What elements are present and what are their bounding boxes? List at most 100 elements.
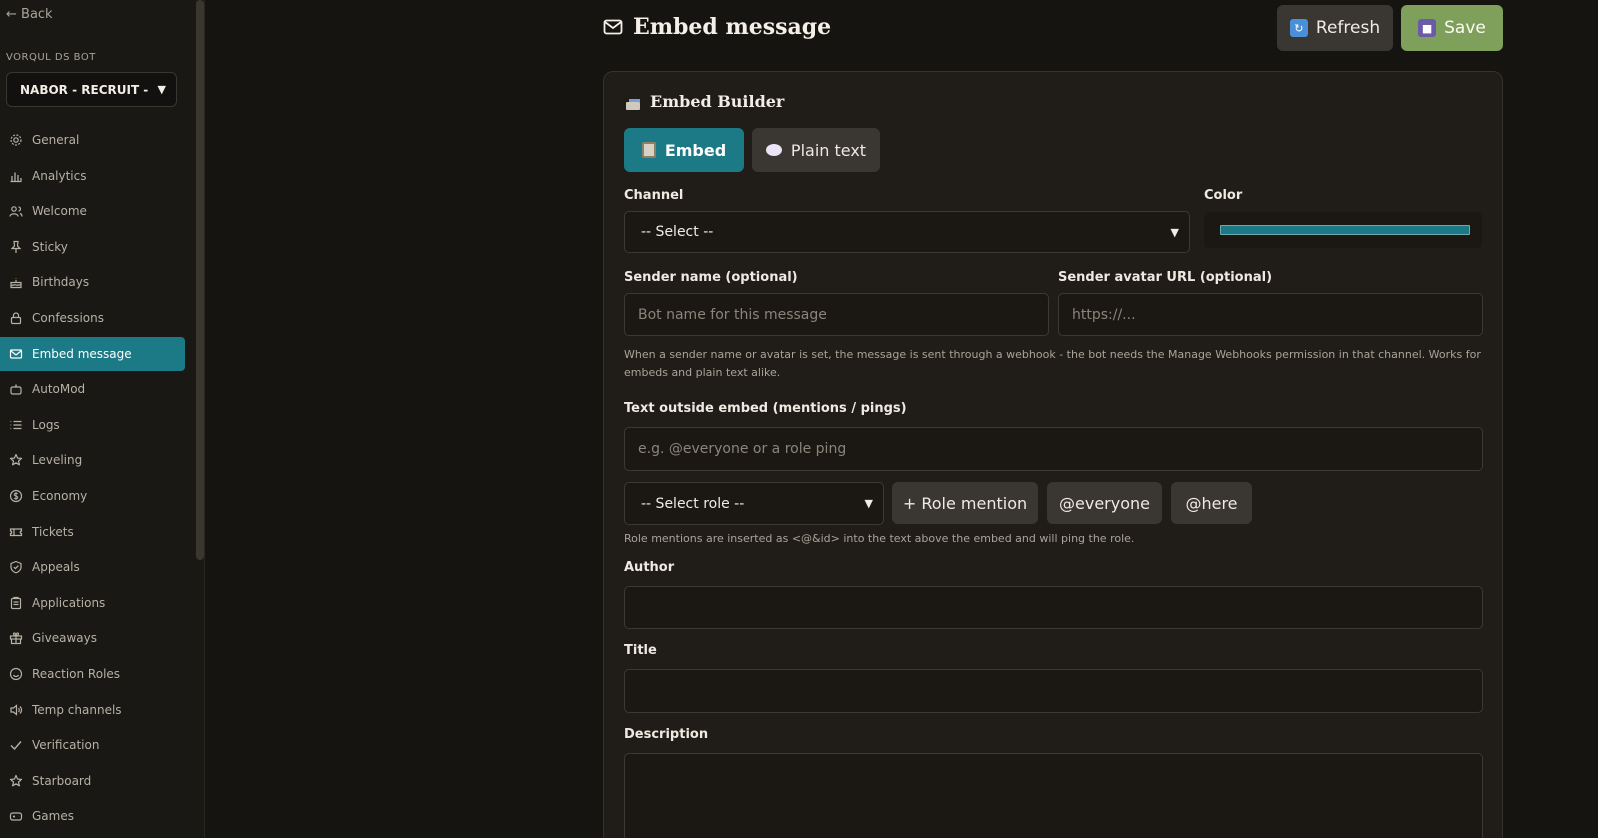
sidebar-item-reaction-roles[interactable]: Reaction Roles <box>0 657 185 691</box>
mode-embed-label: Embed <box>664 140 727 160</box>
mail-icon <box>603 17 623 37</box>
sidebar-item-applications[interactable]: Applications <box>0 586 185 620</box>
sidebar-item-label: Giveaways <box>32 631 97 646</box>
title-input[interactable] <box>624 669 1483 713</box>
sidebar-item-starboard[interactable]: Starboard <box>0 764 185 798</box>
role-select-value: -- Select role -- <box>641 495 745 512</box>
gift-icon <box>9 631 23 645</box>
embed-builder-card: Embed Builder Embed Plain text Channel -… <box>603 71 1503 838</box>
sidebar-item-label: Temp channels <box>32 702 122 717</box>
refresh-icon: ↻ <box>1289 19 1308 37</box>
clipboard-icon <box>9 596 23 610</box>
card-title-text: Embed Builder <box>650 92 785 111</box>
sender-avatar-label: Sender avatar URL (optional) <box>1058 270 1273 285</box>
sidebar-item-economy[interactable]: Economy <box>0 479 185 513</box>
sidebar-item-analytics[interactable]: Analytics <box>0 159 185 193</box>
sidebar-item-label: Sticky <box>32 239 68 254</box>
sidebar-item-label: Logs <box>32 417 60 432</box>
role-mention-button[interactable]: + Role mention <box>892 482 1038 524</box>
here-button[interactable]: @here <box>1171 482 1252 524</box>
sidebar-item-sticky[interactable]: Sticky <box>0 230 185 264</box>
sidebar-item-label: Analytics <box>32 168 87 183</box>
refresh-button[interactable]: ↻ Refresh <box>1277 5 1393 51</box>
sidebar-item-label: Birthdays <box>32 275 90 290</box>
speech-bubble-icon <box>765 144 782 156</box>
server-select-value: NABOR - RECRUIT - H <box>20 82 152 97</box>
chart-icon <box>9 169 23 183</box>
sidebar-item-label: AutoMod <box>32 382 86 397</box>
sender-avatar-input[interactable]: https://... <box>1058 293 1483 336</box>
sidebar-item-label: Games <box>32 809 74 824</box>
gear-icon <box>9 133 23 147</box>
sidebar-item-birthdays[interactable]: Birthdays <box>0 265 185 299</box>
sidebar-item-automod[interactable]: AutoMod <box>0 372 185 406</box>
title-label: Title <box>624 643 657 658</box>
mode-embed-button[interactable]: Embed <box>624 128 744 172</box>
sidebar-item-logs[interactable]: Logs <box>0 408 185 442</box>
channel-select[interactable]: -- Select -- ▼ <box>624 211 1190 253</box>
sidebar-item-temp-channels[interactable]: Temp channels <box>0 693 185 727</box>
author-input[interactable] <box>624 586 1483 629</box>
chevron-down-icon: ▼ <box>157 83 166 96</box>
outside-text-input[interactable]: e.g. @everyone or a role ping <box>624 427 1483 471</box>
sidebar-item-games[interactable]: Games <box>0 799 185 833</box>
sidebar-item-confessions[interactable]: Confessions <box>0 301 185 335</box>
floppy-icon: ■ <box>1418 19 1437 37</box>
lock-icon <box>9 311 23 325</box>
card-icon <box>626 96 642 110</box>
chevron-down-icon: ▼ <box>864 497 873 510</box>
sidebar-item-giveaways[interactable]: Giveaways <box>0 621 185 655</box>
sidebar-nav: General Analytics Welcome Sticky Birthdays Co… <box>0 123 185 835</box>
back-link[interactable]: ← Back <box>6 7 53 22</box>
sidebar-item-tickets[interactable]: Tickets <box>0 515 185 549</box>
speaker-icon <box>9 703 23 717</box>
sidebar-item-label: Welcome <box>32 204 87 219</box>
save-button[interactable]: ■ Save <box>1401 5 1503 51</box>
sender-name-input[interactable]: Bot name for this message <box>624 293 1049 336</box>
color-swatch[interactable] <box>1220 225 1470 235</box>
users-icon <box>9 204 23 218</box>
page-title-text: Embed message <box>633 14 832 40</box>
description-textarea[interactable] <box>624 753 1483 838</box>
card-title: Embed Builder <box>626 92 784 111</box>
sidebar-item-appeals[interactable]: Appeals <box>0 550 185 584</box>
color-picker[interactable] <box>1204 212 1482 248</box>
mode-plain-button[interactable]: Plain text <box>752 128 880 172</box>
refresh-label: Refresh <box>1315 18 1381 38</box>
chevron-down-icon: ▼ <box>1170 225 1179 239</box>
description-label: Description <box>624 727 709 742</box>
bot-label: VORQUL DS BOT <box>6 52 96 63</box>
sidebar-item-label: Applications <box>32 595 106 610</box>
sidebar-item-embed-message[interactable]: Embed message <box>0 336 185 371</box>
smile-icon <box>9 667 23 681</box>
sidebar-item-label: Confessions <box>32 310 104 325</box>
shield-icon <box>9 560 23 574</box>
list-icon <box>9 418 23 432</box>
webhook-hint: When a sender name or avatar is set, the… <box>624 348 1481 379</box>
sidebar-item-general[interactable]: General <box>0 123 185 157</box>
mail-icon <box>9 347 23 361</box>
sidebar-item-label: Economy <box>32 488 88 503</box>
channel-label: Channel <box>624 188 684 203</box>
sidebar-item-label: Starboard <box>32 773 92 788</box>
sidebar-item-label: General <box>32 133 80 147</box>
save-label: Save <box>1444 18 1486 38</box>
role-select[interactable]: -- Select role -- ▼ <box>624 482 884 525</box>
sidebar-item-leveling[interactable]: Leveling <box>0 443 185 477</box>
sidebar-scrollbar[interactable] <box>196 0 204 560</box>
ticket-icon <box>9 525 23 539</box>
sender-name-label: Sender name (optional) <box>624 270 798 285</box>
check-icon <box>9 738 23 752</box>
server-select[interactable]: NABOR - RECRUIT - H ▼ <box>6 72 177 107</box>
sidebar-item-label: Tickets <box>32 524 74 539</box>
page-title: Embed message <box>603 14 831 40</box>
author-label: Author <box>624 560 675 575</box>
pin-icon <box>9 240 23 254</box>
everyone-button[interactable]: @everyone <box>1047 482 1162 524</box>
sidebar-item-welcome[interactable]: Welcome <box>0 194 185 228</box>
color-label: Color <box>1204 188 1243 203</box>
role-hint: Role mentions are inserted as <@&id> int… <box>624 532 1135 545</box>
clipboard-icon <box>641 142 656 158</box>
star-icon <box>9 774 23 788</box>
sidebar-item-verification[interactable]: Verification <box>0 728 185 762</box>
